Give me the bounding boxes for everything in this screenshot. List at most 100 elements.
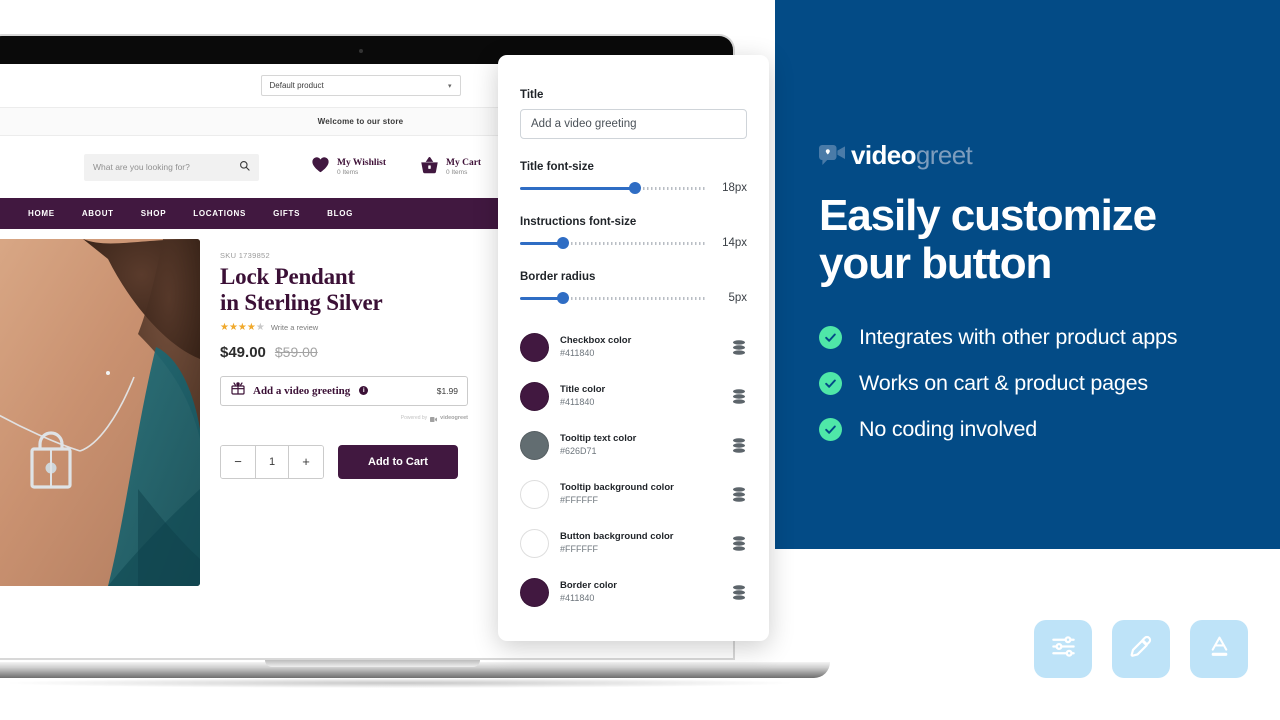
feature-badge-row	[1034, 620, 1248, 678]
color-settings-list: Checkbox color #411840 Title color #4118…	[520, 326, 747, 614]
cart-action[interactable]: My Cart 0 Items	[420, 156, 481, 179]
nav-item-gifts[interactable]: GIFTS	[273, 209, 300, 218]
chevron-down-icon: ▾	[447, 82, 452, 90]
text-color-icon	[1207, 634, 1232, 664]
video-greeting-label: Add a video greeting	[253, 384, 351, 397]
price-compare: $59.00	[274, 343, 318, 360]
color-name: Tooltip text color	[560, 433, 637, 445]
search-input[interactable]: What are you looking for?	[84, 153, 259, 181]
color-row-tooltip-text[interactable]: Tooltip text color #626D71	[520, 424, 747, 467]
write-review-link[interactable]: Write a review	[271, 323, 318, 332]
search-icon[interactable]	[239, 158, 250, 176]
search-placeholder: What are you looking for?	[93, 162, 190, 172]
star-rating-icon: ★★★★★	[220, 321, 265, 333]
color-hex: #411840	[560, 348, 595, 359]
instructions-font-size-label: Instructions font-size	[520, 216, 637, 228]
product-select-dropdown[interactable]: Default product ▾	[260, 75, 461, 96]
title-input[interactable]: Add a video greeting	[520, 109, 747, 139]
brand-panel: videogreet Easily customize your button …	[775, 0, 1280, 549]
border-radius-slider[interactable]	[520, 292, 706, 304]
nav-item-blog[interactable]: BLOG	[327, 209, 353, 218]
laptop-notch	[265, 660, 480, 667]
color-swatch[interactable]	[520, 382, 549, 411]
add-to-cart-button[interactable]: Add to Cart	[338, 444, 458, 479]
title-field-label: Title	[520, 89, 544, 101]
gift-box-icon	[230, 380, 246, 401]
title-font-size-value: 18px	[722, 182, 747, 194]
color-swatch[interactable]	[520, 480, 549, 509]
quantity-value[interactable]: 1	[255, 445, 289, 478]
product-image	[0, 239, 200, 586]
product-title-line2: in Sterling Silver	[220, 289, 383, 315]
color-stack-icon[interactable]	[731, 487, 747, 502]
border-radius-group: Border radius 5px	[520, 271, 747, 304]
color-name: Title color	[560, 384, 606, 396]
feature-bullet-list: Integrates with other product apps Works…	[819, 325, 1269, 442]
sliders-badge[interactable]	[1034, 620, 1092, 678]
button-customization-panel: Title Add a video greeting Title font-si…	[498, 55, 769, 641]
heart-icon	[311, 156, 330, 178]
eyedropper-badge[interactable]	[1112, 620, 1170, 678]
check-circle-icon	[819, 418, 842, 441]
list-item: Integrates with other product apps	[819, 325, 1269, 350]
bullet-label: Works on cart & product pages	[859, 371, 1148, 395]
logo-text-secondary: greet	[915, 140, 973, 170]
instructions-font-size-group: Instructions font-size 14px	[520, 216, 747, 249]
videogreet-mini-icon	[430, 409, 438, 427]
wishlist-title: My Wishlist	[337, 158, 387, 168]
color-name: Border color	[560, 580, 618, 592]
laptop-shadow	[10, 678, 790, 688]
border-radius-label: Border radius	[520, 271, 596, 283]
color-swatch[interactable]	[520, 578, 549, 607]
video-greeting-price: $1.99	[436, 385, 458, 396]
videogreet-logo: videogreet	[819, 140, 973, 171]
sliders-icon	[1050, 633, 1077, 665]
product-title-line1: Lock Pendant	[220, 264, 355, 289]
color-hex: #411840	[560, 397, 595, 408]
price-current: $49.00	[220, 343, 266, 361]
color-stack-icon[interactable]	[731, 438, 747, 453]
check-circle-icon	[819, 372, 842, 395]
quantity-increase-button[interactable]: +	[289, 445, 323, 478]
page-title: Easily customize your button	[819, 192, 1259, 287]
color-row-checkbox[interactable]: Checkbox color #411840	[520, 326, 747, 369]
nav-item-home[interactable]: HOME	[28, 209, 55, 218]
color-row-tooltip-background[interactable]: Tooltip background color #FFFFFF	[520, 473, 747, 516]
bullet-label: Integrates with other product apps	[859, 325, 1178, 349]
info-icon[interactable]: i	[359, 386, 369, 395]
color-stack-icon[interactable]	[731, 585, 747, 600]
color-name: Button background color	[560, 531, 674, 543]
color-hex: #FFFFFF	[560, 495, 598, 506]
laptop-base	[0, 658, 830, 688]
instructions-font-size-slider[interactable]	[520, 237, 706, 249]
color-swatch[interactable]	[520, 529, 549, 558]
nav-item-about[interactable]: ABOUT	[82, 209, 114, 218]
nav-item-locations[interactable]: LOCATIONS	[193, 209, 246, 218]
title-font-size-slider[interactable]	[520, 182, 706, 194]
color-stack-icon[interactable]	[731, 389, 747, 404]
logo-text-primary: video	[851, 140, 917, 170]
cart-count: 0 Items	[446, 169, 468, 176]
color-hex: #FFFFFF	[560, 544, 598, 555]
quantity-decrease-button[interactable]: −	[221, 445, 255, 478]
store-actions: My Wishlist 0 Items My Cart 0 Items	[311, 156, 481, 179]
list-item: Works on cart & product pages	[819, 371, 1269, 396]
video-greeting-option[interactable]: Add a video greeting i $1.99	[220, 375, 468, 406]
color-name: Tooltip background color	[560, 482, 674, 494]
wishlist-count: 0 Items	[337, 169, 359, 176]
headline-line-1: Easily customize	[819, 191, 1157, 240]
color-swatch[interactable]	[520, 333, 549, 362]
color-row-title[interactable]: Title color #411840	[520, 375, 747, 418]
color-row-border[interactable]: Border color #411840	[520, 571, 747, 614]
text-color-badge[interactable]	[1190, 620, 1248, 678]
color-hex: #626D71	[560, 446, 597, 457]
quantity-stepper[interactable]: − 1 +	[220, 444, 324, 479]
color-stack-icon[interactable]	[731, 536, 747, 551]
wishlist-action[interactable]: My Wishlist 0 Items	[311, 156, 386, 178]
nav-item-shop[interactable]: SHOP	[141, 209, 166, 218]
color-stack-icon[interactable]	[731, 340, 747, 355]
powered-by-brand: videogreet	[440, 414, 468, 421]
color-swatch[interactable]	[520, 431, 549, 460]
eyedropper-icon	[1128, 634, 1154, 665]
color-row-button-background[interactable]: Button background color #FFFFFF	[520, 522, 747, 565]
